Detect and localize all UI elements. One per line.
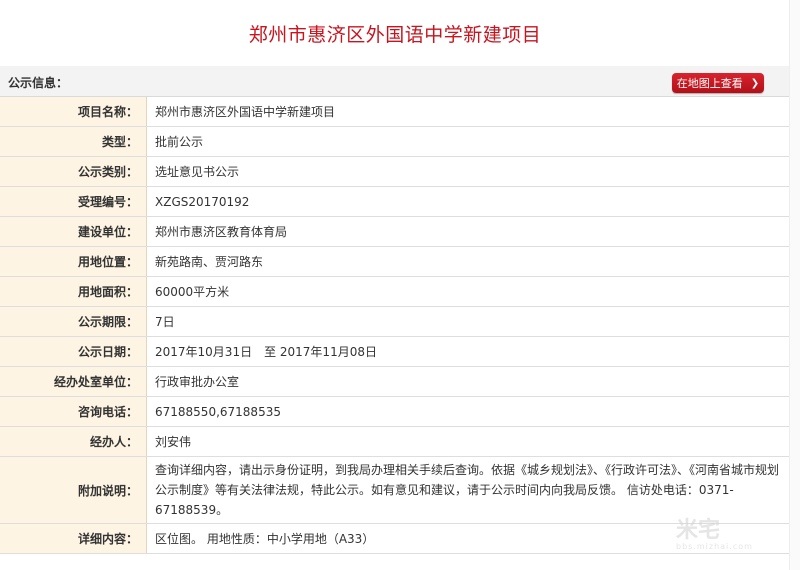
watermark-logo: 米宅 bbs.mizhai.com (676, 512, 786, 556)
watermark-main: 米宅 (676, 518, 721, 543)
page: 郑州市惠济区外国语中学新建项目 公示信息： 在地图上查看 ❯ 项目名称： 郑州市惠… (0, 0, 800, 570)
section-label: 公示信息： (8, 76, 69, 90)
row-label: 经办处室单位： (0, 366, 147, 397)
row-value: 刘安伟 (146, 426, 790, 457)
table-row: 经办人： 刘安伟 (0, 426, 790, 457)
row-label: 用地位置： (0, 246, 147, 277)
view-on-map-button[interactable]: 在地图上查看 ❯ (672, 73, 764, 93)
table-row: 项目名称： 郑州市惠济区外国语中学新建项目 (0, 97, 790, 127)
table-row: 公示期限： 7日 (0, 306, 790, 337)
row-label: 建设单位： (0, 216, 147, 247)
row-value: 批前公示 (146, 126, 790, 157)
table-row: 详细内容： 区位图。 用地性质：中小学用地（A33） (0, 523, 790, 554)
row-value: 郑州市惠济区教育体育局 (146, 216, 790, 247)
table-row: 公示类别： 选址意见书公示 (0, 156, 790, 187)
row-value: 60000平方米 (146, 276, 790, 307)
table-row: 受理编号： XZGS20170192 (0, 186, 790, 217)
row-label: 公示日期： (0, 336, 147, 367)
page-title: 郑州市惠济区外国语中学新建项目 (248, 23, 542, 46)
row-value: 67188550,67188535 (146, 396, 790, 427)
row-value: 7日 (146, 306, 790, 337)
row-label: 经办人： (0, 426, 147, 457)
table-row: 建设单位： 郑州市惠济区教育体育局 (0, 216, 790, 247)
table-row: 经办处室单位： 行政审批办公室 (0, 366, 790, 397)
row-value: 选址意见书公示 (146, 156, 790, 187)
row-label: 公示期限： (0, 306, 147, 337)
section-header: 公示信息： 在地图上查看 ❯ (0, 66, 790, 97)
row-value: 新苑路南、贾河路东 (146, 246, 790, 277)
chevron-right-icon: ❯ (750, 77, 760, 89)
table-row: 咨询电话： 67188550,67188535 (0, 396, 790, 427)
row-value: 行政审批办公室 (146, 366, 790, 397)
table-row: 附加说明： 查询详细内容，请出示身份证明，到我局办理相关手续后查询。依据《城乡规划… (0, 456, 790, 524)
row-value: XZGS20170192 (146, 186, 790, 217)
row-label: 附加说明： (0, 456, 147, 524)
row-label: 公示类别： (0, 156, 147, 187)
row-label: 受理编号： (0, 186, 147, 217)
row-label: 详细内容： (0, 523, 147, 554)
scrollbar[interactable] (789, 0, 800, 570)
table-row: 用地面积： 60000平方米 (0, 276, 790, 307)
row-value: 郑州市惠济区外国语中学新建项目 (146, 97, 790, 127)
row-value: 2017年10月31日 至 2017年11月08日 (146, 336, 790, 367)
view-on-map-label: 在地图上查看 (676, 77, 743, 90)
table-row: 公示日期： 2017年10月31日 至 2017年11月08日 (0, 336, 790, 367)
table-row: 类型： 批前公示 (0, 126, 790, 157)
row-label: 类型： (0, 126, 147, 157)
row-label: 用地面积： (0, 276, 147, 307)
watermark-sub: bbs.mizhai.com (676, 542, 753, 551)
title-bar: 郑州市惠济区外国语中学新建项目 (0, 0, 790, 67)
table-row: 用地位置： 新苑路南、贾河路东 (0, 246, 790, 277)
row-label: 项目名称： (0, 97, 147, 127)
row-label: 咨询电话： (0, 396, 147, 427)
info-table: 项目名称： 郑州市惠济区外国语中学新建项目 类型： 批前公示 公示类别： 选址意见书公… (0, 97, 790, 554)
